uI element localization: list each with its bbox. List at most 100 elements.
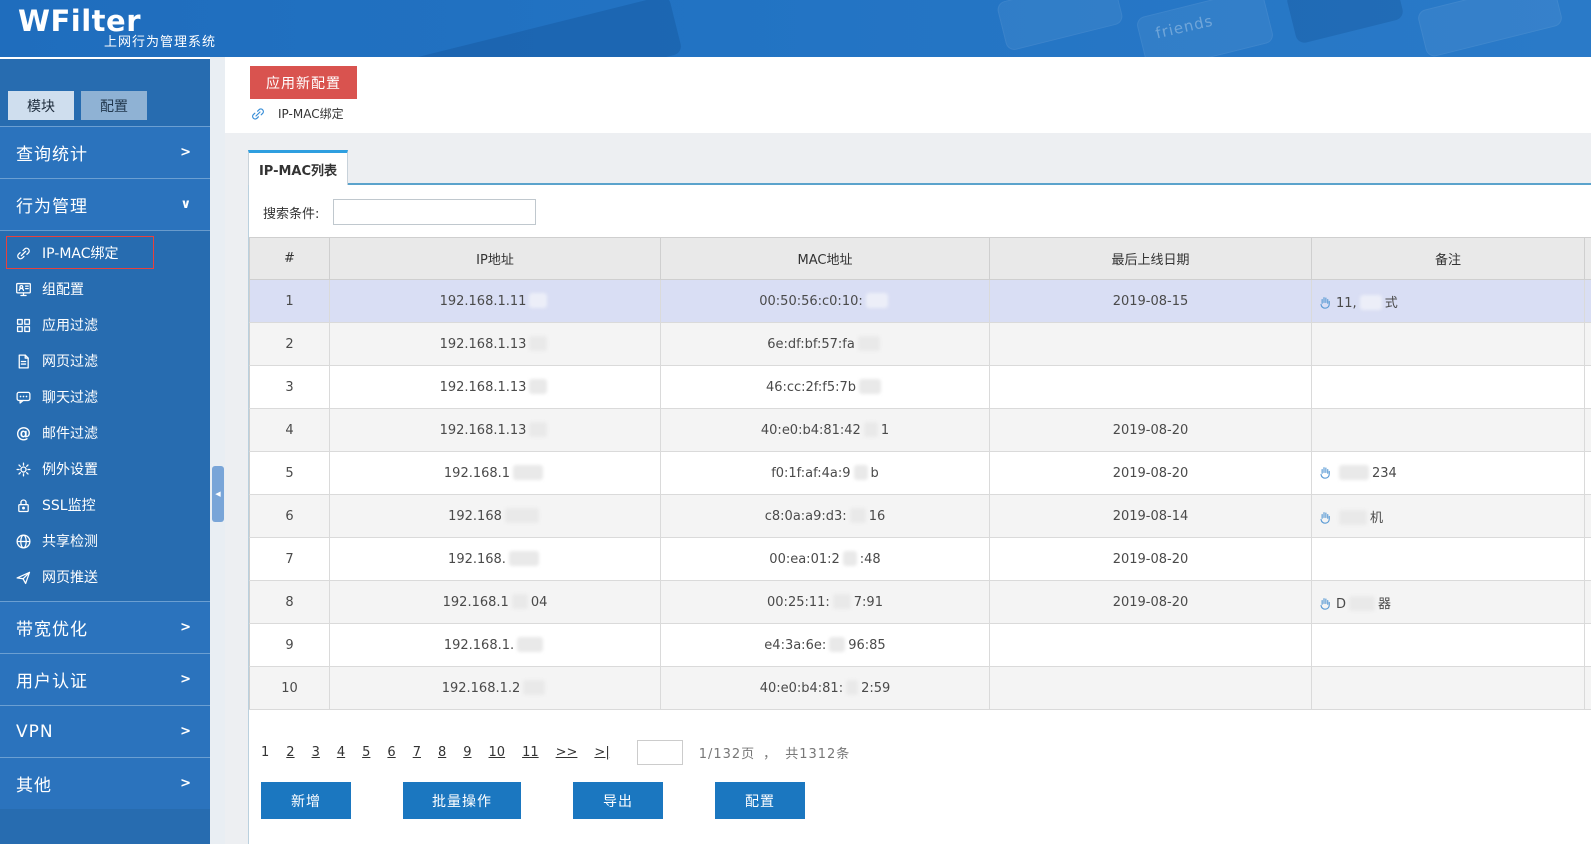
page-link-4[interactable]: 4 xyxy=(337,745,345,760)
page-jump-input[interactable] xyxy=(637,740,683,765)
sidebar: 模块 配置 查询统计>行为管理∨IP-MAC绑定组配置应用过滤网页过滤聊天过滤@… xyxy=(0,57,210,844)
sidebar-item-共享检测[interactable]: 共享检测 xyxy=(0,523,210,559)
overflow-cell xyxy=(1585,366,1591,409)
sidebar-tab-modules[interactable]: 模块 xyxy=(8,91,74,120)
action-buttons: 新增 批量操作 导出 配置 xyxy=(261,782,1591,819)
search-input[interactable] xyxy=(333,199,536,225)
sidebar-item-label: 例外设置 xyxy=(42,459,98,479)
sidebar-group-label: 用户认证 xyxy=(16,667,88,692)
overflow-cell xyxy=(1585,323,1591,366)
cell-text: 192.168.1. xyxy=(444,638,514,653)
ip-address-cell: 192.168. xyxy=(330,538,661,581)
table-row[interactable]: 3192.168.1.1346:cc:2f:f5:7b xyxy=(250,366,1591,409)
breadcrumb[interactable]: IP-MAC绑定 xyxy=(250,105,344,122)
page-link-3[interactable]: 3 xyxy=(312,745,320,760)
page-link-7[interactable]: 7 xyxy=(413,745,421,760)
ip-address-cell: 192.168.1.13 xyxy=(330,409,661,452)
cell-text: 7:91 xyxy=(854,595,883,610)
sidebar-item-邮件过滤[interactable]: @邮件过滤 xyxy=(0,415,210,451)
remark-cell: 11,式 xyxy=(1312,280,1585,323)
page-link-9[interactable]: 9 xyxy=(463,745,471,760)
wfilter-app: friends WFilter 上网行为管理系统 模块 配置 查询统计 > 行为管理… xyxy=(0,0,1591,844)
column-header: 最后上线日期 xyxy=(990,238,1312,280)
sidebar-collapse-handle[interactable]: ◀ xyxy=(212,466,224,522)
sidebar-tab-config[interactable]: 配置 xyxy=(81,91,147,120)
redaction-smudge xyxy=(513,465,543,480)
chevron-right-icon: > xyxy=(180,145,192,160)
overflow-cell xyxy=(1585,667,1591,710)
table-row[interactable]: 8192.168.10400:25:11:7:912019-08-20D器 xyxy=(250,581,1591,624)
sidebar-item-SSL监控[interactable]: SSL监控 xyxy=(0,487,210,523)
page-link-10[interactable]: 10 xyxy=(489,745,506,760)
sidebar-group-label: 查询统计 xyxy=(16,140,88,165)
lock-icon xyxy=(15,497,32,514)
导出-button[interactable]: 导出 xyxy=(573,782,663,819)
remark-cell: D器 xyxy=(1312,581,1585,624)
remark-cell: 234 xyxy=(1312,452,1585,495)
page-link-8[interactable]: 8 xyxy=(438,745,446,760)
page-link->|[interactable]: >| xyxy=(594,745,609,760)
page-link-5[interactable]: 5 xyxy=(362,745,370,760)
gear-icon xyxy=(15,461,32,478)
table-row[interactable]: 2192.168.1.136e:df:bf:57:fa xyxy=(250,323,1591,366)
sidebar-group-1[interactable]: 行为管理∨ xyxy=(0,178,210,230)
sidebar-menu: 查询统计 > 行为管理∨ IP-MAC绑定组配置应用过滤网页过滤聊天过滤@邮件过滤例外… xyxy=(0,126,210,809)
redaction-smudge xyxy=(1360,295,1382,310)
sidebar-item-IP-MAC绑定[interactable]: IP-MAC绑定 xyxy=(0,235,210,271)
sidebar-item-例外设置[interactable]: 例外设置 xyxy=(0,451,210,487)
sidebar-item-label: 组配置 xyxy=(42,279,84,299)
table-row[interactable]: 1192.168.1.1100:50:56:c0:10:2019-08-1511… xyxy=(250,280,1591,323)
cell-text: 6e:df:bf:57:fa xyxy=(767,337,855,352)
sidebar-item-网页过滤[interactable]: 网页过滤 xyxy=(0,343,210,379)
apply-new-config-button[interactable]: 应用新配置 xyxy=(250,66,357,99)
mac-address-cell: f0:1f:af:4a:9b xyxy=(661,452,990,495)
sidebar-item-网页推送[interactable]: 网页推送 xyxy=(0,559,210,595)
redaction-smudge xyxy=(509,551,539,566)
page-link-2[interactable]: 2 xyxy=(286,745,294,760)
mac-address-cell: e4:3a:6e:96:85 xyxy=(661,624,990,667)
column-header xyxy=(1585,238,1591,280)
chevron-left-icon: ◀ xyxy=(215,490,220,498)
cell-text: 192.168.1.11 xyxy=(440,294,527,309)
sidebar-item-聊天过滤[interactable]: 聊天过滤 xyxy=(0,379,210,415)
top-header-bar: friends WFilter 上网行为管理系统 xyxy=(0,0,1591,57)
hand-icon xyxy=(1318,596,1333,611)
cell-text: c8:0a:a9:d3: xyxy=(765,509,847,524)
table-row[interactable]: 6192.168c8:0a:a9:d3:162019-08-14机 xyxy=(250,495,1591,538)
sidebar-group-label: 行为管理 xyxy=(16,192,88,217)
sidebar-item-应用过滤[interactable]: 应用过滤 xyxy=(0,307,210,343)
sidebar-item-组配置[interactable]: 组配置 xyxy=(0,271,210,307)
table-row[interactable]: 10192.168.1.240:e0:b4:81:2:59 xyxy=(250,667,1591,710)
page-link-6[interactable]: 6 xyxy=(387,745,395,760)
sidebar-group-3[interactable]: 用户认证> xyxy=(0,653,210,705)
table-row[interactable]: 4192.168.1.1340:e0:b4:81:4212019-08-20 xyxy=(250,409,1591,452)
table-row[interactable]: 9192.168.1.e4:3a:6e:96:85 xyxy=(250,624,1591,667)
sidebar-group-0[interactable]: 查询统计 > xyxy=(0,126,210,178)
hand-icon xyxy=(1318,465,1333,480)
at-icon: @ xyxy=(15,425,32,442)
share-detection-icon xyxy=(15,533,32,550)
sidebar-tab-strip: 模块 配置 xyxy=(8,91,210,120)
sidebar-group-4[interactable]: VPN> xyxy=(0,705,210,757)
tab-ip-mac-list[interactable]: IP-MAC列表 xyxy=(248,150,348,185)
sidebar-group-2[interactable]: 带宽优化> xyxy=(0,601,210,653)
content-toolbar: 应用新配置 IP-MAC绑定 xyxy=(225,57,1591,133)
table-row[interactable]: 5192.168.1f0:1f:af:4a:9b2019-08-20234 xyxy=(250,452,1591,495)
redaction-smudge xyxy=(854,465,868,480)
page-link->>[interactable]: >> xyxy=(556,745,578,760)
column-header: 备注 xyxy=(1312,238,1585,280)
sidebar-group-5[interactable]: 其他> xyxy=(0,757,210,809)
sidebar-group-label: 其他 xyxy=(16,771,52,796)
cell-text: 192.168.1 xyxy=(444,466,510,481)
cell-text: 00:25:11: xyxy=(767,595,830,610)
last-online-date-cell: 2019-08-20 xyxy=(990,452,1312,495)
table-row[interactable]: 7192.168.00:ea:01:2:482019-08-20 xyxy=(250,538,1591,581)
page-link-11[interactable]: 11 xyxy=(522,745,539,760)
redaction-smudge xyxy=(1349,596,1375,611)
配置-button[interactable]: 配置 xyxy=(715,782,805,819)
sidebar-item-label: IP-MAC绑定 xyxy=(42,243,119,263)
keyboard-photo-shape xyxy=(377,0,683,57)
批量操作-button[interactable]: 批量操作 xyxy=(403,782,521,819)
redaction-smudge xyxy=(529,336,547,351)
新增-button[interactable]: 新增 xyxy=(261,782,351,819)
